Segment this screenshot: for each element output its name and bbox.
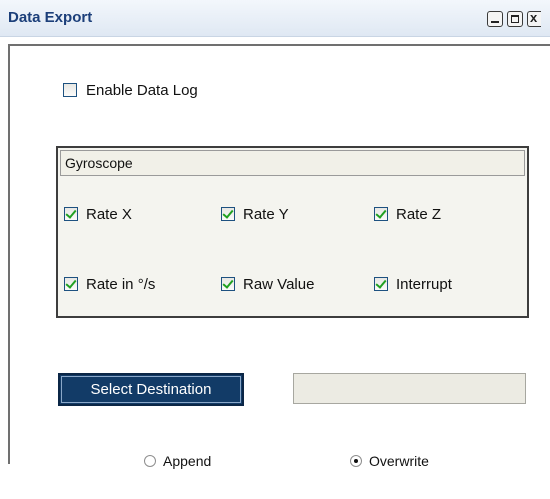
raw-value-option[interactable]: Raw Value xyxy=(221,276,314,293)
rate-y-label: Rate Y xyxy=(243,206,289,223)
window-title: Data Export xyxy=(8,9,93,26)
overwrite-radio-option[interactable]: Overwrite xyxy=(350,453,429,469)
rate-in-deg-per-s-option[interactable]: Rate in °/s xyxy=(64,276,155,293)
destination-path-field[interactable] xyxy=(293,373,526,404)
enable-data-log-option[interactable]: Enable Data Log xyxy=(63,82,198,99)
rate-in-deg-per-s-checkbox[interactable] xyxy=(64,276,78,291)
rate-y-checkbox[interactable] xyxy=(221,206,235,221)
rate-z-checkbox[interactable] xyxy=(374,206,388,221)
rate-y-option[interactable]: Rate Y xyxy=(221,206,289,223)
enable-data-log-label: Enable Data Log xyxy=(86,82,198,99)
enable-data-log-checkbox[interactable] xyxy=(63,83,77,98)
close-button[interactable]: x xyxy=(527,10,541,27)
overwrite-label: Overwrite xyxy=(369,453,429,469)
rate-in-deg-per-s-label: Rate in °/s xyxy=(86,276,156,293)
minimize-button[interactable] xyxy=(487,11,503,27)
rate-x-label: Rate X xyxy=(86,206,132,223)
interrupt-label: Interrupt xyxy=(396,276,452,293)
maximize-button[interactable] xyxy=(507,11,523,27)
gyroscope-group: Gyroscope Rate X Rate Y Rate Z Rate in °… xyxy=(56,146,529,318)
select-destination-button[interactable]: Select Destination xyxy=(58,373,244,406)
rate-x-checkbox[interactable] xyxy=(64,206,78,221)
rate-x-option[interactable]: Rate X xyxy=(64,206,132,223)
append-radio-option[interactable]: Append xyxy=(144,453,211,469)
overwrite-radio[interactable] xyxy=(350,454,362,467)
data-export-window: Data Export x Enable Data Log Gyroscope … xyxy=(0,0,550,499)
gyroscope-group-header: Gyroscope xyxy=(60,150,525,176)
rate-z-label: Rate Z xyxy=(396,206,442,223)
raw-value-label: Raw Value xyxy=(243,276,315,293)
append-radio[interactable] xyxy=(144,454,156,467)
raw-value-checkbox[interactable] xyxy=(221,276,235,291)
interrupt-checkbox[interactable] xyxy=(374,276,388,291)
append-label: Append xyxy=(163,453,212,469)
rate-z-option[interactable]: Rate Z xyxy=(374,206,441,223)
interrupt-option[interactable]: Interrupt xyxy=(374,276,452,293)
title-bar[interactable]: Data Export x xyxy=(0,0,550,37)
close-icon: x xyxy=(530,10,538,25)
gyroscope-group-title: Gyroscope xyxy=(65,155,133,171)
